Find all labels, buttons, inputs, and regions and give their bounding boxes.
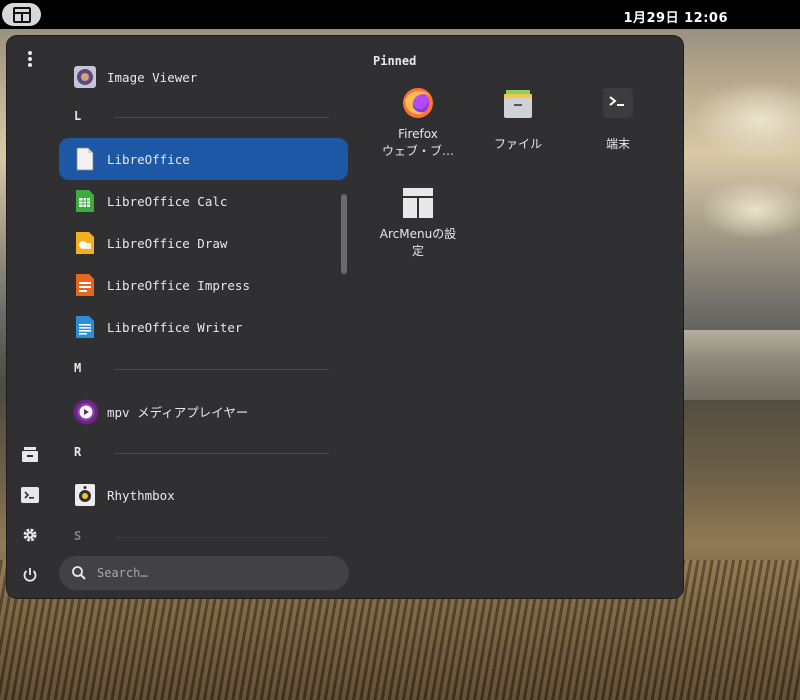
background-sea [680, 330, 800, 400]
app-item-rhythmbox[interactable]: Rhythmbox [59, 474, 348, 516]
search-bar[interactable] [59, 556, 349, 590]
terminal-icon [601, 86, 635, 120]
pinned-label: ファイル [493, 137, 542, 151]
files-icon[interactable] [19, 444, 41, 466]
section-header-l: L [74, 109, 329, 125]
app-label: Rhythmbox [107, 487, 175, 503]
libreoffice-calc-icon [73, 189, 97, 213]
settings-gear-icon[interactable] [19, 524, 41, 546]
app-item-libreoffice-writer[interactable]: LibreOffice Writer [59, 306, 348, 348]
pinned-item-files[interactable]: ファイル [470, 86, 566, 153]
app-label: LibreOffice Draw [107, 235, 228, 251]
pinned-item-terminal[interactable]: 端末 [570, 86, 666, 153]
rhythmbox-icon [73, 483, 97, 507]
pinned-label: 定 [411, 244, 424, 258]
section-divider [114, 453, 329, 454]
section-letter: L [74, 109, 82, 123]
app-label: LibreOffice [107, 151, 190, 167]
pinned-label: ウェブ・ブ… [381, 144, 454, 158]
libreoffice-impress-icon [73, 273, 97, 297]
pinned-item-arcmenu-settings[interactable]: ArcMenuの設 定 [370, 186, 466, 260]
section-divider [114, 537, 329, 538]
clock[interactable]: 1月29日 12:06 [623, 7, 728, 26]
arcmenu-panel: Image Viewer L LibreOffice LibreOffice C… [7, 36, 683, 598]
terminal-icon[interactable] [19, 484, 41, 506]
app-label: LibreOffice Writer [107, 319, 243, 335]
arcmenu-icon [12, 6, 31, 23]
pinned-label: ArcMenuの設 [379, 227, 457, 241]
search-input[interactable] [95, 565, 329, 581]
files-folder-icon [501, 86, 535, 120]
app-item-libreoffice-calc[interactable]: LibreOffice Calc [59, 180, 348, 222]
search-icon [72, 566, 86, 580]
background-cloud [690, 80, 800, 160]
more-options-icon[interactable] [19, 48, 41, 70]
firefox-icon [401, 86, 435, 120]
section-letter: R [74, 445, 82, 459]
app-item-libreoffice-draw[interactable]: LibreOffice Draw [59, 222, 348, 264]
app-label: mpv メディアプレイヤー [107, 404, 249, 420]
section-divider [114, 117, 329, 118]
libreoffice-writer-icon [73, 315, 97, 339]
libreoffice-draw-icon [73, 231, 97, 255]
top-bar: 1月29日 12:06 [0, 0, 800, 29]
mpv-icon [73, 399, 99, 425]
section-header-r: R [74, 445, 329, 461]
pinned-label: 端末 [605, 137, 630, 151]
app-label: LibreOffice Calc [107, 193, 228, 209]
app-label: Image Viewer [107, 69, 198, 85]
section-letter: S [74, 529, 82, 543]
activities-button[interactable] [2, 3, 41, 26]
app-list-scrollbar[interactable] [341, 194, 347, 274]
pinned-label: Firefox [398, 127, 438, 141]
section-divider [114, 369, 329, 370]
app-list: Image Viewer L LibreOffice LibreOffice C… [59, 56, 357, 546]
libreoffice-icon [73, 147, 97, 171]
pinned-title: Pinned [373, 54, 417, 68]
power-icon[interactable] [19, 564, 41, 586]
app-item-image-viewer[interactable]: Image Viewer [59, 56, 348, 98]
app-item-mpv[interactable]: mpv メディアプレイヤー [59, 390, 348, 432]
pinned-item-firefox[interactable]: Firefox ウェブ・ブ… [370, 86, 466, 160]
app-label: LibreOffice Impress [107, 277, 250, 293]
section-header-m: M [74, 361, 329, 377]
arcmenu-settings-icon [401, 186, 435, 220]
app-item-libreoffice-impress[interactable]: LibreOffice Impress [59, 264, 348, 306]
app-item-libreoffice[interactable]: LibreOffice [59, 138, 348, 180]
section-letter: M [74, 361, 82, 375]
background-cloud [700, 180, 800, 240]
section-header-s: S [74, 529, 329, 545]
image-viewer-icon [73, 65, 97, 89]
